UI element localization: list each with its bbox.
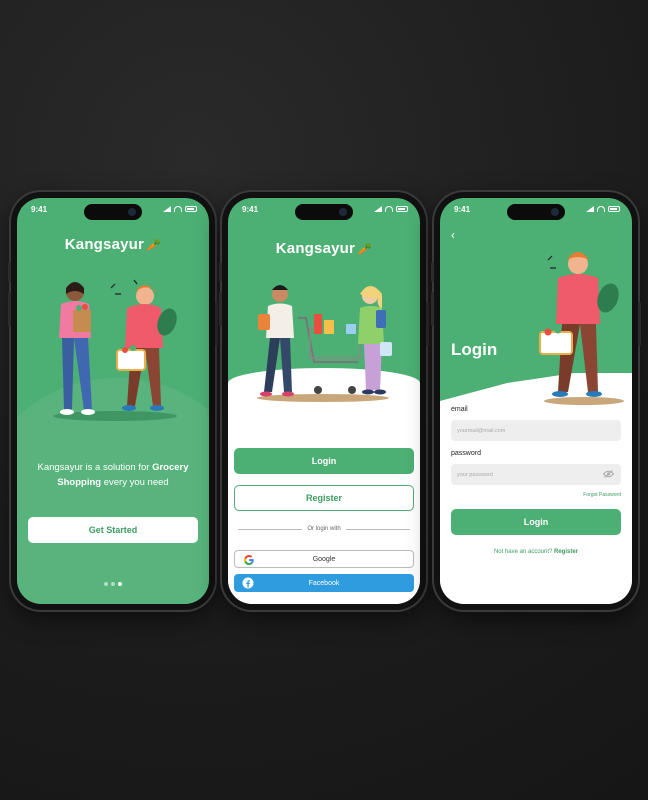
email-input[interactable] [451,420,621,441]
get-started-button[interactable]: Get Started [28,517,198,543]
or-login-divider: Or login with [238,526,410,532]
password-label: password [451,450,481,457]
signal-icon [586,206,594,212]
brand-name: Kangsayur [275,240,356,257]
login-screen: 9:41 ‹ Login email password [440,198,632,604]
password-input[interactable] [451,464,621,485]
status-time: 9:41 [454,204,471,214]
phone-welcome: 9:41 Kangsayur 🥕 Login Register Or login… [219,192,429,610]
email-label: email [451,406,468,413]
wifi-icon [174,206,182,212]
facebook-icon [242,577,254,589]
onboarding-description: Kangsayur is a solution for Grocery Shop… [37,462,189,488]
eye-off-icon[interactable] [603,470,614,478]
signal-icon [374,206,382,212]
carrot-leaf-icon: 🥕 [357,242,373,256]
pager-dot[interactable] [118,582,122,586]
onboarding-pager[interactable] [17,582,209,586]
phone-login: 9:41 ‹ Login email password [431,192,641,610]
carrot-leaf-icon: 🥕 [146,238,162,252]
facebook-label: Facebook [308,579,340,587]
phone-onboarding: 9:41 Kangsayur 🥕 Kangsayur is a solution… [8,192,218,610]
shoppers-illustration [53,279,177,421]
brand-logo: Kangsayur 🥕 [17,236,209,253]
battery-icon [608,206,620,212]
onboarding-screen: 9:41 Kangsayur 🥕 Kangsayur is a solution… [17,198,209,604]
wifi-icon [597,206,605,212]
shopper-illustration [539,252,624,405]
pager-dot[interactable] [104,582,108,586]
brand-name: Kangsayur [64,236,145,253]
trolley-illustration [257,285,392,402]
forgot-password-link[interactable]: Forgot Password [583,492,621,498]
google-login-button[interactable]: Google [234,550,414,568]
login-submit-button[interactable]: Login [451,509,621,535]
status-bar: 9:41 [31,202,197,216]
google-icon [244,555,254,565]
status-bar: 9:41 [242,202,408,216]
register-button[interactable]: Register [234,485,414,511]
google-label: Google [312,555,336,563]
facebook-login-button[interactable]: Facebook [234,574,414,592]
page-title: Login [451,340,498,359]
pager-dot[interactable] [111,582,115,586]
wifi-icon [385,206,393,212]
chevron-left-icon[interactable]: ‹ [451,228,455,242]
register-prompt: Not have an account? Register [493,549,579,555]
status-bar: 9:41 [454,202,620,216]
register-link[interactable]: Register [554,549,578,555]
status-time: 9:41 [31,204,48,214]
divider-label: Or login with [307,526,341,532]
welcome-screen: 9:41 Kangsayur 🥕 Login Register Or login… [228,198,420,604]
login-button[interactable]: Login [234,448,414,474]
status-time: 9:41 [242,204,259,214]
battery-icon [396,206,408,212]
white-panel [440,373,632,604]
brand-logo: Kangsayur 🥕 [228,240,420,257]
battery-icon [185,206,197,212]
signal-icon [163,206,171,212]
